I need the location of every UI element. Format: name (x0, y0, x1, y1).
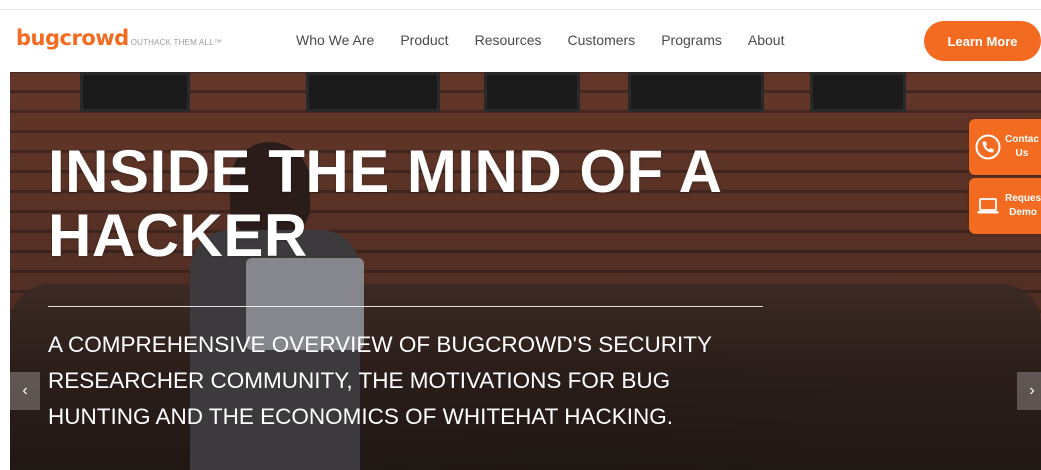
request-demo-tab[interactable]: Reques Demo (969, 178, 1041, 234)
bugcrowd-logo[interactable]: bugcrowd OUTHACK THEM ALL™ (16, 26, 222, 50)
request-demo-label: Reques Demo (1005, 193, 1041, 218)
picture-frame (80, 72, 190, 112)
picture-frame (306, 72, 440, 112)
hero-headline: INSIDE THE MIND OF A HACKER (48, 138, 721, 269)
chevron-right-icon: › (1029, 382, 1035, 399)
nav-item-resources[interactable]: Resources (475, 32, 542, 48)
hero-divider (48, 306, 763, 307)
contact-us-tab[interactable]: Contac Us (969, 119, 1041, 175)
picture-frame (484, 72, 580, 112)
nav-item-who-we-are[interactable]: Who We Are (296, 32, 374, 48)
nav-item-customers[interactable]: Customers (568, 32, 636, 48)
hero-subheadline: A COMPREHENSIVE OVERVIEW OF BUGCROWD'S S… (48, 332, 712, 429)
main-nav: Who We Are Product Resources Customers P… (296, 32, 810, 48)
background-picture-frames (10, 72, 1041, 120)
hero-banner: INSIDE THE MIND OF A HACKER A COMPREHENS… (10, 72, 1041, 470)
logo-tagline: OUTHACK THEM ALL™ (130, 38, 222, 47)
laptop-icon (977, 198, 999, 214)
picture-frame (810, 72, 906, 112)
nav-item-programs[interactable]: Programs (661, 32, 722, 48)
logo-wordmark: bugcrowd (16, 26, 129, 50)
contact-us-label: Contac Us (1005, 134, 1039, 159)
browser-top-edge (0, 0, 1041, 10)
site-header: bugcrowd OUTHACK THEM ALL™ Who We Are Pr… (0, 10, 1041, 72)
phone-icon (975, 134, 1001, 160)
picture-frame (628, 72, 764, 112)
carousel-next-button[interactable]: › (1017, 372, 1041, 410)
chevron-left-icon: ‹ (22, 382, 28, 399)
learn-more-button[interactable]: Learn More (924, 21, 1041, 61)
carousel-prev-button[interactable]: ‹ (10, 372, 40, 410)
nav-item-product[interactable]: Product (400, 32, 448, 48)
nav-item-about[interactable]: About (748, 32, 785, 48)
